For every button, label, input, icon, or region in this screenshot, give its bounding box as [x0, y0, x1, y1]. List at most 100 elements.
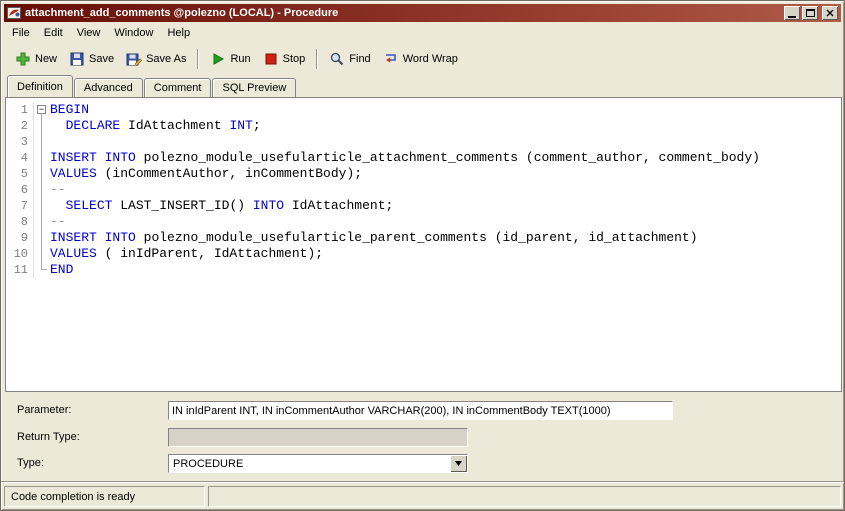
menu-bar: File Edit View Window Help — [5, 23, 840, 43]
fold-line — [41, 166, 42, 182]
stop-icon — [265, 53, 277, 65]
fold-line — [41, 230, 42, 246]
code-line[interactable]: 7 SELECT LAST_INSERT_ID() INTO IdAttachm… — [6, 198, 841, 214]
line-number: 7 — [6, 198, 34, 214]
save-icon — [70, 52, 84, 66]
type-dropdown[interactable]: PROCEDURE — [168, 454, 468, 473]
menu-help[interactable]: Help — [160, 24, 197, 42]
word-wrap-button-label: Word Wrap — [402, 53, 458, 65]
tab-comment[interactable]: Comment — [143, 78, 212, 97]
maximize-icon — [805, 9, 815, 17]
dropdown-button[interactable] — [450, 455, 467, 472]
run-button-label: Run — [230, 53, 251, 65]
return-type-input — [168, 428, 468, 447]
type-row: Type: PROCEDURE — [13, 454, 832, 473]
type-label: Type: — [17, 457, 44, 469]
menu-file[interactable]: File — [5, 24, 37, 42]
find-button-label: Find — [349, 53, 371, 65]
line-number: 2 — [6, 118, 34, 134]
window-title: attachment_add_comments @polezno (LOCAL)… — [25, 7, 339, 19]
new-button[interactable]: New — [9, 47, 63, 71]
close-button[interactable] — [822, 6, 838, 20]
code-text: BEGIN — [50, 102, 90, 117]
minimize-button[interactable] — [784, 6, 800, 20]
find-icon — [331, 52, 344, 66]
tab-definition[interactable]: Definition — [7, 75, 73, 97]
return-type-row: Return Type: — [13, 428, 832, 447]
title-bar[interactable]: attachment_add_comments @polezno (LOCAL)… — [4, 4, 841, 22]
code-text: SELECT LAST_INSERT_ID() INTO IdAttachmen… — [65, 198, 394, 213]
line-number: 9 — [6, 230, 34, 246]
fold-margin — [34, 118, 50, 134]
fold-line — [41, 246, 42, 262]
code-line[interactable]: 5 VALUES (inCommentAuthor, inCommentBody)… — [6, 166, 841, 182]
code-line[interactable]: 9 INSERT INTO polezno_module_usefularticl… — [6, 230, 841, 246]
fold-collapse-icon[interactable]: − — [37, 105, 46, 114]
fold-margin — [34, 246, 50, 262]
fold-margin — [34, 214, 50, 230]
parameter-input[interactable] — [168, 401, 673, 420]
chevron-down-icon — [455, 461, 462, 466]
fold-margin — [34, 262, 50, 278]
save-as-button[interactable]: Save As — [120, 47, 192, 71]
tab-advanced[interactable]: Advanced — [73, 78, 143, 97]
run-button[interactable]: Run — [204, 47, 256, 71]
code-text: VALUES (inCommentAuthor, inCommentBody); — [50, 166, 363, 181]
code-text: END — [50, 262, 74, 277]
fold-line — [41, 118, 42, 134]
maximize-button[interactable] — [802, 6, 818, 20]
word-wrap-button[interactable]: Word Wrap — [377, 47, 464, 71]
code-line[interactable]: 11 END — [6, 262, 841, 278]
stop-button[interactable]: Stop — [257, 47, 312, 71]
code-lines: 1− BEGIN 2 DECLARE IdAttachment INT; 3 4 INSE… — [6, 102, 841, 278]
code-line[interactable]: 3 — [6, 134, 841, 150]
fold-margin — [34, 182, 50, 198]
code-text: INSERT INTO polezno_module_usefularticle… — [50, 150, 760, 165]
save-as-icon — [126, 53, 143, 67]
menu-view[interactable]: View — [70, 24, 108, 42]
status-panel-right — [208, 486, 841, 507]
fold-line-corner — [41, 262, 47, 270]
sql-code-editor[interactable]: 1− BEGIN 2 DECLARE IdAttachment INT; 3 4 INSE… — [5, 97, 842, 392]
fold-margin[interactable]: − — [34, 102, 50, 118]
code-line[interactable]: 8 -- — [6, 214, 841, 230]
line-number: 11 — [6, 262, 34, 278]
toolbar: New Save Save As Run Stop Find Word Wrap — [5, 44, 840, 74]
status-message: Code completion is ready — [4, 486, 205, 507]
fold-margin — [34, 134, 50, 150]
code-text: -- — [50, 214, 66, 229]
parameter-label: Parameter: — [17, 404, 72, 416]
type-dropdown-value: PROCEDURE — [173, 457, 244, 470]
run-icon — [213, 53, 225, 65]
fold-line — [41, 134, 42, 150]
code-text: DECLARE IdAttachment INT; — [65, 118, 261, 133]
stop-button-label: Stop — [282, 53, 306, 65]
fold-line — [41, 150, 42, 166]
procedure-properties-panel: Parameter: Return Type: Type: PROCEDURE — [5, 393, 840, 483]
line-number: 8 — [6, 214, 34, 230]
save-button[interactable]: Save — [63, 47, 120, 71]
code-line[interactable]: 6 -- — [6, 182, 841, 198]
close-icon — [826, 9, 834, 17]
line-number: 3 — [6, 134, 34, 150]
code-line[interactable]: 4 INSERT INTO polezno_module_usefularticl… — [6, 150, 841, 166]
code-line[interactable]: 10 VALUES ( inIdParent, IdAttachment); — [6, 246, 841, 262]
fold-margin — [34, 150, 50, 166]
line-number: 5 — [6, 166, 34, 182]
line-number: 4 — [6, 150, 34, 166]
new-icon — [16, 52, 30, 66]
save-as-button-label: Save As — [146, 53, 187, 65]
save-button-label: Save — [89, 53, 115, 65]
code-line[interactable]: 2 DECLARE IdAttachment INT; — [6, 118, 841, 134]
tab-sql-preview[interactable]: SQL Preview — [212, 78, 297, 97]
word-wrap-icon — [385, 54, 396, 63]
fold-line — [41, 198, 42, 214]
menu-window[interactable]: Window — [107, 24, 160, 42]
status-bar: Code completion is ready — [4, 486, 841, 507]
toolbar-separator — [197, 49, 200, 69]
fold-line — [41, 214, 42, 230]
find-button[interactable]: Find — [323, 47, 376, 71]
new-button-label: New — [35, 53, 58, 65]
menu-edit[interactable]: Edit — [37, 24, 70, 42]
code-line[interactable]: 1− BEGIN — [6, 102, 841, 118]
